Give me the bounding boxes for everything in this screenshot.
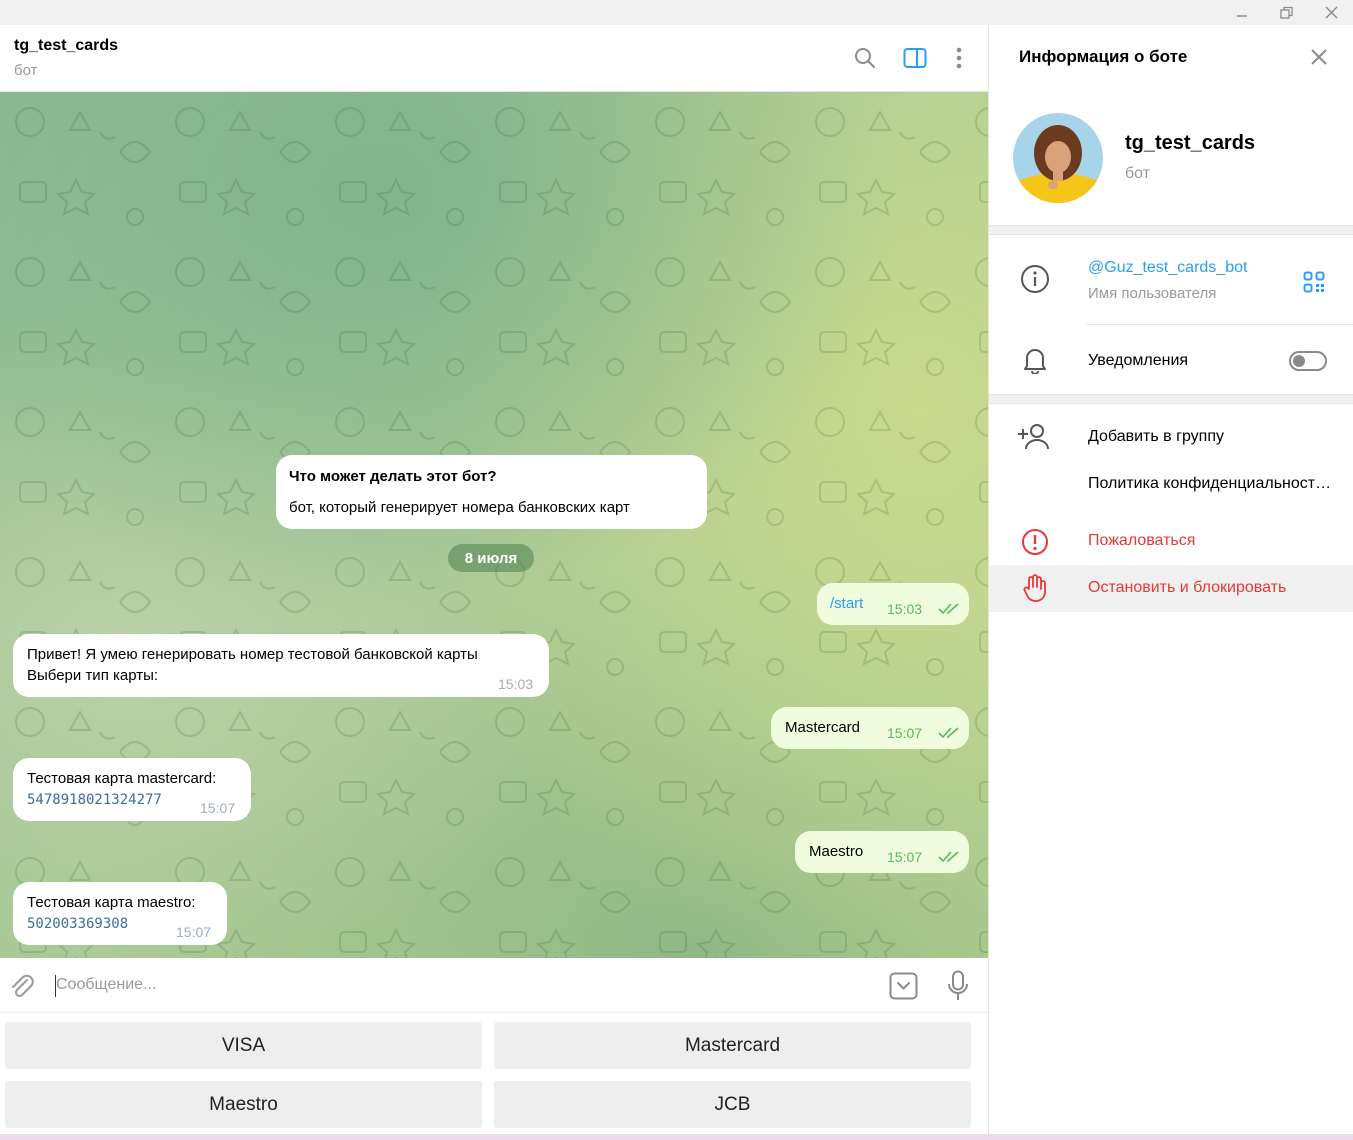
read-checkmarks-icon: [938, 603, 959, 615]
minimize-button[interactable]: [1219, 0, 1265, 25]
message-time: 15:07: [200, 800, 236, 816]
bot-description-heading: Что может делать этот бот?: [289, 468, 497, 485]
read-checkmarks-icon: [938, 851, 959, 863]
bot-keyboard-toggle-button[interactable]: [889, 972, 918, 1000]
qr-code-button[interactable]: [1303, 271, 1325, 293]
attach-icon: [12, 974, 34, 998]
chat-panel: tg_test_cards бот Что может делать этот …: [0, 25, 988, 1140]
privacy-policy-item[interactable]: Политика конфиденциальност…: [1088, 475, 1331, 493]
notifications-row-icon: [1019, 344, 1051, 376]
notifications-label: Уведомления: [1088, 352, 1189, 369]
chat-header[interactable]: tg_test_cards бот: [0, 25, 988, 92]
card-number-code[interactable]: 5478918021324277: [27, 790, 162, 811]
stop-hand-icon: [1023, 574, 1046, 602]
message-text: Mastercard: [785, 719, 861, 736]
message-incoming[interactable]: Тестовая карта maestro: 502003369308 15:…: [13, 882, 227, 945]
message-text-line1: Привет! Я умею генерировать номер тестов…: [27, 646, 478, 663]
window-titlebar: [0, 0, 1353, 25]
stop-and-block-row-icon: [1019, 572, 1051, 604]
bot-info-panel: Информация о боте tg_test_cards бот @Guz…: [988, 25, 1353, 1140]
voice-button[interactable]: [946, 970, 970, 1002]
card-number-code[interactable]: 502003369308: [27, 914, 128, 935]
toggle-knob: [1293, 355, 1305, 367]
message-input[interactable]: Сообщение...: [56, 976, 156, 994]
message-incoming[interactable]: Тестовая карта mastercard: 5478918021324…: [13, 758, 251, 821]
chat-title[interactable]: tg_test_cards: [14, 37, 118, 55]
section-divider: [989, 394, 1353, 404]
more-button[interactable]: [946, 45, 972, 71]
read-checkmarks-icon: [938, 727, 959, 739]
message-time: 15:07: [887, 849, 923, 865]
bot-description-text: бот, который генерирует номера банковски…: [289, 499, 630, 516]
message-text: Maestro: [809, 843, 864, 860]
row-divider: [1086, 324, 1353, 325]
taskbar-edge: [0, 1134, 1353, 1140]
restore-button[interactable]: [1264, 0, 1310, 25]
report-icon: [1022, 529, 1048, 555]
message-text-line1: Тестовая карта maestro:: [27, 894, 196, 911]
bot-reply-keyboard: VISA Mastercard Maestro JCB: [0, 1013, 988, 1140]
message-text-line2: Выбери тип карты:: [27, 667, 159, 684]
info-panel-title: Информация о боте: [1019, 47, 1188, 66]
section-divider: [989, 225, 1353, 235]
bot-description-card: Что может делать этот бот? бот, который …: [276, 455, 707, 529]
message-time: 15:03: [887, 601, 923, 617]
keyboard-button-jcb[interactable]: JCB: [494, 1081, 971, 1128]
restore-icon: [1280, 6, 1293, 19]
message-composer: Сообщение...: [0, 958, 988, 1013]
message-outgoing[interactable]: Mastercard 15:07: [771, 707, 969, 749]
sidebar-toggle-button[interactable]: [902, 45, 928, 71]
chat-subtitle: бот: [14, 62, 38, 79]
message-outgoing[interactable]: /start 15:03: [817, 583, 969, 625]
attach-button[interactable]: [8, 972, 36, 1000]
keyboard-button-visa[interactable]: VISA: [5, 1022, 482, 1069]
chat-wallpaper: Что может делать этот бот? бот, который …: [0, 92, 988, 958]
info-icon: [1021, 265, 1049, 293]
username-label: Имя пользователя: [1088, 285, 1217, 302]
report-row-icon: [1019, 526, 1051, 558]
add-to-group-item[interactable]: Добавить в группу: [1088, 428, 1224, 446]
search-button[interactable]: [852, 45, 878, 71]
stop-and-block-item[interactable]: Остановить и блокировать: [1088, 579, 1286, 597]
minimize-icon: [1237, 14, 1247, 17]
avatar[interactable]: [1013, 113, 1103, 203]
keyboard-toggle-icon: [889, 972, 918, 1000]
microphone-icon: [948, 970, 968, 1000]
message-time: 15:03: [498, 676, 534, 692]
date-badge: 8 июля: [448, 544, 534, 572]
sidebar-toggle-icon: [903, 48, 927, 68]
keyboard-button-maestro[interactable]: Maestro: [5, 1081, 482, 1128]
avatar-photo: [1013, 113, 1103, 203]
message-text[interactable]: /start: [830, 593, 863, 614]
message-incoming[interactable]: Привет! Я умею генерировать номер тестов…: [13, 634, 549, 697]
bot-name: tg_test_cards: [1125, 132, 1256, 154]
notifications-toggle[interactable]: [1289, 351, 1327, 371]
search-icon: [855, 48, 875, 68]
message-time: 15:07: [176, 924, 212, 940]
message-time: 15:07: [887, 725, 923, 741]
info-row-icon: [1019, 263, 1051, 295]
add-user-icon: [1018, 424, 1049, 450]
info-close-button[interactable]: [1309, 47, 1331, 69]
window-close-button[interactable]: [1308, 0, 1353, 25]
close-icon: [1325, 6, 1337, 19]
qr-code-icon: [1303, 271, 1325, 293]
add-to-group-row-icon: [1017, 421, 1049, 453]
more-vertical-icon: [956, 47, 962, 69]
message-text-line1: Тестовая карта mastercard:: [27, 770, 217, 787]
message-outgoing[interactable]: Maestro 15:07: [795, 831, 969, 873]
bell-icon: [1024, 349, 1046, 374]
bot-username[interactable]: @Guz_test_cards_bot: [1088, 259, 1247, 277]
report-item[interactable]: Пожаловаться: [1088, 532, 1195, 550]
close-icon: [1311, 49, 1327, 65]
bot-subtitle: бот: [1125, 165, 1151, 182]
keyboard-button-mastercard[interactable]: Mastercard: [494, 1022, 971, 1069]
